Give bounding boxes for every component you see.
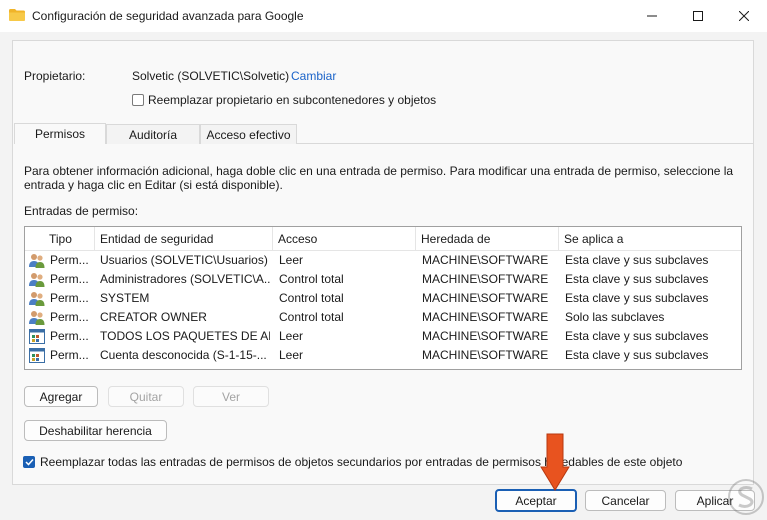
remove-button[interactable]: Quitar bbox=[108, 386, 184, 407]
cell-inherited: MACHINE\SOFTWARE bbox=[422, 348, 549, 362]
add-button-label: Agregar bbox=[39, 389, 83, 404]
app-package-icon bbox=[29, 348, 45, 363]
owner-label: Propietario: bbox=[24, 69, 86, 83]
cell-access: Leer bbox=[279, 348, 304, 362]
annotation-arrow-icon bbox=[540, 433, 570, 491]
tab-label: Permisos bbox=[34, 127, 85, 141]
info-text-line1: Para obtener información adicional, haga… bbox=[24, 164, 734, 178]
permission-entries-list[interactable]: Tipo Entidad de seguridad Acceso Heredad… bbox=[24, 226, 742, 370]
column-header-label: Se aplica a bbox=[564, 231, 624, 246]
add-button[interactable]: Agregar bbox=[24, 386, 98, 407]
cell-access: Control total bbox=[279, 310, 344, 324]
users-icon bbox=[29, 292, 45, 306]
table-row[interactable]: Perm... TODOS LOS PAQUETES DE AP... Leer… bbox=[25, 327, 741, 346]
minimize-button[interactable] bbox=[629, 0, 675, 32]
ok-button[interactable]: Aceptar bbox=[495, 489, 577, 512]
maximize-button[interactable] bbox=[675, 0, 721, 32]
cell-principal: CREATOR OWNER bbox=[100, 310, 207, 324]
replace-all-checkbox[interactable] bbox=[23, 456, 35, 468]
view-button-label: Ver bbox=[221, 389, 240, 404]
cancel-button-label: Cancelar bbox=[601, 493, 650, 508]
tab-label: Auditoría bbox=[128, 127, 178, 142]
app-package-icon bbox=[29, 329, 45, 344]
replace-all-label: Reemplazar todas las entradas de permiso… bbox=[40, 455, 683, 469]
close-button[interactable] bbox=[721, 0, 767, 32]
tab-permisos[interactable]: Permisos bbox=[14, 123, 106, 144]
title-bar: Configuración de seguridad avanzada para… bbox=[0, 0, 767, 32]
column-header-access[interactable]: Acceso bbox=[273, 227, 416, 250]
cell-access: Control total bbox=[279, 272, 344, 286]
watermark-logo-icon bbox=[728, 479, 764, 515]
users-icon bbox=[29, 254, 45, 268]
cell-inherited: MACHINE\SOFTWARE bbox=[422, 272, 549, 286]
table-row[interactable]: Perm... SYSTEM Control total MACHINE\SOF… bbox=[25, 289, 741, 308]
ok-button-label: Aceptar bbox=[515, 493, 557, 508]
tab-auditoria[interactable]: Auditoría bbox=[106, 124, 200, 144]
column-header-inherited[interactable]: Heredada de bbox=[416, 227, 559, 250]
disable-inheritance-label: Deshabilitar herencia bbox=[39, 423, 152, 438]
cell-type: Perm... bbox=[50, 253, 89, 267]
minimize-icon bbox=[647, 15, 657, 17]
column-header-applies[interactable]: Se aplica a bbox=[559, 227, 741, 250]
column-header-label: Entidad de seguridad bbox=[100, 231, 214, 246]
folder-icon bbox=[9, 9, 25, 21]
cell-access: Control total bbox=[279, 291, 344, 305]
cell-inherited: MACHINE\SOFTWARE bbox=[422, 310, 549, 324]
cell-type: Perm... bbox=[50, 310, 89, 324]
window-title: Configuración de seguridad avanzada para… bbox=[32, 9, 304, 23]
cell-applies: Esta clave y sus subclaves bbox=[565, 291, 709, 305]
replace-owner-checkbox[interactable] bbox=[132, 94, 144, 106]
cell-inherited: MACHINE\SOFTWARE bbox=[422, 329, 549, 343]
close-icon bbox=[739, 11, 749, 21]
maximize-icon bbox=[693, 11, 703, 21]
cell-applies: Esta clave y sus subclaves bbox=[565, 329, 709, 343]
cell-type: Perm... bbox=[50, 329, 89, 343]
column-header-label: Heredada de bbox=[421, 231, 491, 246]
cell-principal: Usuarios (SOLVETIC\Usuarios) bbox=[100, 253, 268, 267]
info-text-line2: entrada y haga clic en Editar (si está d… bbox=[24, 178, 283, 192]
checkmark-icon bbox=[24, 458, 34, 466]
column-header-principal[interactable]: Entidad de seguridad bbox=[95, 227, 273, 250]
tab-label: Acceso efectivo bbox=[206, 127, 291, 142]
table-row[interactable]: Perm... Usuarios (SOLVETIC\Usuarios) Lee… bbox=[25, 251, 741, 270]
cell-principal: TODOS LOS PAQUETES DE AP... bbox=[100, 329, 270, 343]
cell-access: Leer bbox=[279, 329, 304, 343]
table-row[interactable]: Perm... Cuenta desconocida (S-1-15-... L… bbox=[25, 346, 741, 365]
cancel-button[interactable]: Cancelar bbox=[585, 490, 666, 511]
cell-applies: Esta clave y sus subclaves bbox=[565, 348, 709, 362]
table-row[interactable]: Perm... Administradores (SOLVETIC\A... C… bbox=[25, 270, 741, 289]
owner-value: Solvetic (SOLVETIC\Solvetic) bbox=[132, 69, 290, 83]
view-button[interactable]: Ver bbox=[193, 386, 269, 407]
cell-type: Perm... bbox=[50, 348, 89, 362]
column-header-label: Acceso bbox=[278, 231, 318, 246]
cell-inherited: MACHINE\SOFTWARE bbox=[422, 291, 549, 305]
cell-applies: Esta clave y sus subclaves bbox=[565, 272, 709, 286]
change-owner-link[interactable]: Cambiar bbox=[291, 69, 336, 83]
cell-inherited: MACHINE\SOFTWARE bbox=[422, 253, 549, 267]
column-header-type[interactable]: Tipo bbox=[44, 227, 95, 250]
table-row[interactable]: Perm... CREATOR OWNER Control total MACH… bbox=[25, 308, 741, 327]
remove-button-label: Quitar bbox=[129, 389, 163, 404]
disable-inheritance-button[interactable]: Deshabilitar herencia bbox=[24, 420, 167, 441]
cell-principal: SYSTEM bbox=[100, 291, 150, 305]
cell-applies: Solo las subclaves bbox=[565, 310, 665, 324]
cell-principal: Administradores (SOLVETIC\A... bbox=[100, 272, 270, 286]
cell-type: Perm... bbox=[50, 272, 89, 286]
cell-access: Leer bbox=[279, 253, 304, 267]
replace-owner-label: Reemplazar propietario en subcontenedore… bbox=[148, 93, 437, 107]
users-icon bbox=[29, 273, 45, 287]
column-header-label: Tipo bbox=[49, 231, 72, 246]
cell-principal: Cuenta desconocida (S-1-15-... bbox=[100, 348, 267, 362]
entries-label: Entradas de permiso: bbox=[24, 204, 139, 218]
tab-acceso-efectivo[interactable]: Acceso efectivo bbox=[200, 124, 297, 144]
cell-applies: Esta clave y sus subclaves bbox=[565, 253, 709, 267]
cell-type: Perm... bbox=[50, 291, 89, 305]
users-icon bbox=[29, 311, 45, 325]
